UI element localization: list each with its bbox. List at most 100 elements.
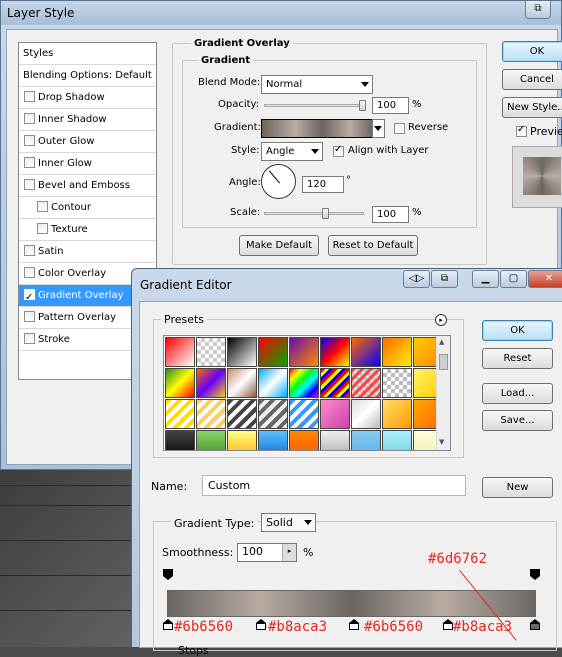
preset-swatch[interactable] xyxy=(320,337,350,367)
style-item-blending-options-default[interactable]: Blending Options: Default xyxy=(19,65,156,87)
style-checkbox-pattern-overlay[interactable] xyxy=(24,311,35,322)
minimize-icon[interactable]: ▁ xyxy=(472,270,499,288)
new-gradient-button[interactable]: New xyxy=(482,477,553,498)
preset-swatch[interactable] xyxy=(382,399,412,429)
scale-slider[interactable] xyxy=(264,212,364,215)
style-checkbox-bevel-and-emboss[interactable] xyxy=(24,179,35,190)
preview-checkbox[interactable] xyxy=(516,124,527,137)
preset-swatch[interactable] xyxy=(289,430,319,450)
editor-load-button[interactable]: Load... xyxy=(482,383,553,404)
preset-swatch[interactable] xyxy=(382,368,412,398)
opacity-stop-right[interactable] xyxy=(530,569,540,581)
make-default-button[interactable]: Make Default xyxy=(239,235,319,256)
gradient-dropdown-button[interactable] xyxy=(372,119,385,138)
preset-swatch[interactable] xyxy=(196,368,226,398)
style-item-texture[interactable]: Texture xyxy=(19,219,156,241)
style-item-drop-shadow[interactable]: Drop Shadow xyxy=(19,87,156,109)
gradient-name-field[interactable]: Custom xyxy=(202,475,466,496)
style-item-styles[interactable]: Styles xyxy=(19,43,156,65)
restore-icon[interactable]: ⧉ xyxy=(431,270,458,288)
style-checkbox-contour[interactable] xyxy=(37,201,48,212)
presets-menu-icon[interactable]: ▸ xyxy=(435,314,447,326)
style-checkbox-outer-glow[interactable] xyxy=(24,135,35,146)
style-checkbox-inner-glow[interactable] xyxy=(24,157,35,168)
style-checkbox-stroke[interactable] xyxy=(24,333,35,344)
preset-swatch[interactable] xyxy=(258,337,288,367)
color-stop-5[interactable] xyxy=(530,619,540,631)
scale-input[interactable]: 100 xyxy=(372,206,409,223)
editor-save-button[interactable]: Save... xyxy=(482,410,553,431)
scrollbar-thumb[interactable] xyxy=(439,354,448,370)
angle-dial[interactable] xyxy=(261,164,296,199)
preset-swatch[interactable] xyxy=(196,337,226,367)
scale-slider-thumb[interactable] xyxy=(322,208,329,219)
preset-swatch[interactable] xyxy=(227,430,257,450)
style-item-inner-glow[interactable]: Inner Glow xyxy=(19,153,156,175)
preset-swatch[interactable] xyxy=(165,430,195,450)
opacity-slider[interactable] xyxy=(264,104,366,107)
style-checkbox-color-overlay[interactable] xyxy=(24,267,35,278)
style-checkbox-satin[interactable] xyxy=(24,245,35,256)
preset-swatch[interactable] xyxy=(258,399,288,429)
gradient-preview-bar[interactable] xyxy=(167,590,536,617)
resize-icon[interactable]: ◁▷ xyxy=(403,270,430,288)
reset-to-default-button[interactable]: Reset to Default xyxy=(328,235,418,256)
preset-swatch[interactable] xyxy=(258,368,288,398)
preset-swatch[interactable] xyxy=(382,430,412,450)
style-item-satin[interactable]: Satin xyxy=(19,241,156,263)
preset-swatch[interactable] xyxy=(320,399,350,429)
gradient-type-dropdown[interactable]: Solid xyxy=(261,513,316,532)
style-checkbox-drop-shadow[interactable] xyxy=(24,91,35,102)
preset-swatch[interactable] xyxy=(227,337,257,367)
preset-swatch[interactable] xyxy=(351,430,381,450)
style-item-inner-shadow[interactable]: Inner Shadow xyxy=(19,109,156,131)
close-icon[interactable]: ✕ xyxy=(528,270,562,288)
opacity-input[interactable]: 100 xyxy=(372,97,409,114)
preset-swatch[interactable] xyxy=(196,430,226,450)
preset-swatch[interactable] xyxy=(196,399,226,429)
presets-scrollbar[interactable]: ▲ ▼ xyxy=(436,336,450,450)
layer-style-titlebar[interactable]: Layer Style ⧉ xyxy=(1,1,561,25)
style-checkbox-texture[interactable] xyxy=(37,223,48,234)
blend-mode-dropdown[interactable]: Normal xyxy=(261,75,373,94)
color-stop-2[interactable] xyxy=(256,619,266,631)
opacity-stop-left[interactable] xyxy=(163,569,173,581)
preset-swatch[interactable] xyxy=(227,399,257,429)
color-stop-4[interactable] xyxy=(443,619,453,631)
maximize-icon[interactable]: ▢ xyxy=(500,270,527,288)
ok-button[interactable]: OK xyxy=(502,41,562,62)
angle-input[interactable]: 120 xyxy=(302,176,344,193)
preset-swatch[interactable] xyxy=(165,337,195,367)
color-stop-1[interactable] xyxy=(163,619,173,631)
editor-reset-button[interactable]: Reset xyxy=(482,348,553,369)
opacity-slider-thumb[interactable] xyxy=(359,100,366,111)
restore-icon[interactable]: ⧉ xyxy=(525,1,551,19)
preset-swatch[interactable] xyxy=(289,368,319,398)
editor-ok-button[interactable]: OK xyxy=(482,320,553,341)
style-item-outer-glow[interactable]: Outer Glow xyxy=(19,131,156,153)
smoothness-stepper-icon[interactable]: ▸ xyxy=(282,544,296,561)
style-item-contour[interactable]: Contour xyxy=(19,197,156,219)
preset-swatch[interactable] xyxy=(351,337,381,367)
color-stop-3[interactable] xyxy=(349,619,359,631)
align-with-layer-checkbox[interactable] xyxy=(333,144,344,157)
preset-swatch[interactable] xyxy=(258,430,288,450)
preset-swatch[interactable] xyxy=(227,368,257,398)
cancel-button[interactable]: Cancel xyxy=(502,69,562,90)
preset-swatch[interactable] xyxy=(351,368,381,398)
preset-swatch[interactable] xyxy=(320,430,350,450)
gradient-swatch[interactable] xyxy=(261,119,373,138)
preset-swatch[interactable] xyxy=(289,399,319,429)
preset-swatch[interactable] xyxy=(320,368,350,398)
reverse-checkbox[interactable] xyxy=(394,123,405,134)
preset-swatch[interactable] xyxy=(382,337,412,367)
scroll-down-icon[interactable]: ▼ xyxy=(439,438,444,446)
style-dropdown[interactable]: Angle xyxy=(261,142,323,161)
style-checkbox-gradient-overlay[interactable] xyxy=(24,287,35,306)
preset-swatch[interactable] xyxy=(165,368,195,398)
preset-swatch[interactable] xyxy=(351,399,381,429)
preset-swatch[interactable] xyxy=(165,399,195,429)
scroll-up-icon[interactable]: ▲ xyxy=(439,338,444,346)
smoothness-input[interactable]: 100 ▸ xyxy=(237,543,297,562)
style-item-bevel-and-emboss[interactable]: Bevel and Emboss xyxy=(19,175,156,197)
